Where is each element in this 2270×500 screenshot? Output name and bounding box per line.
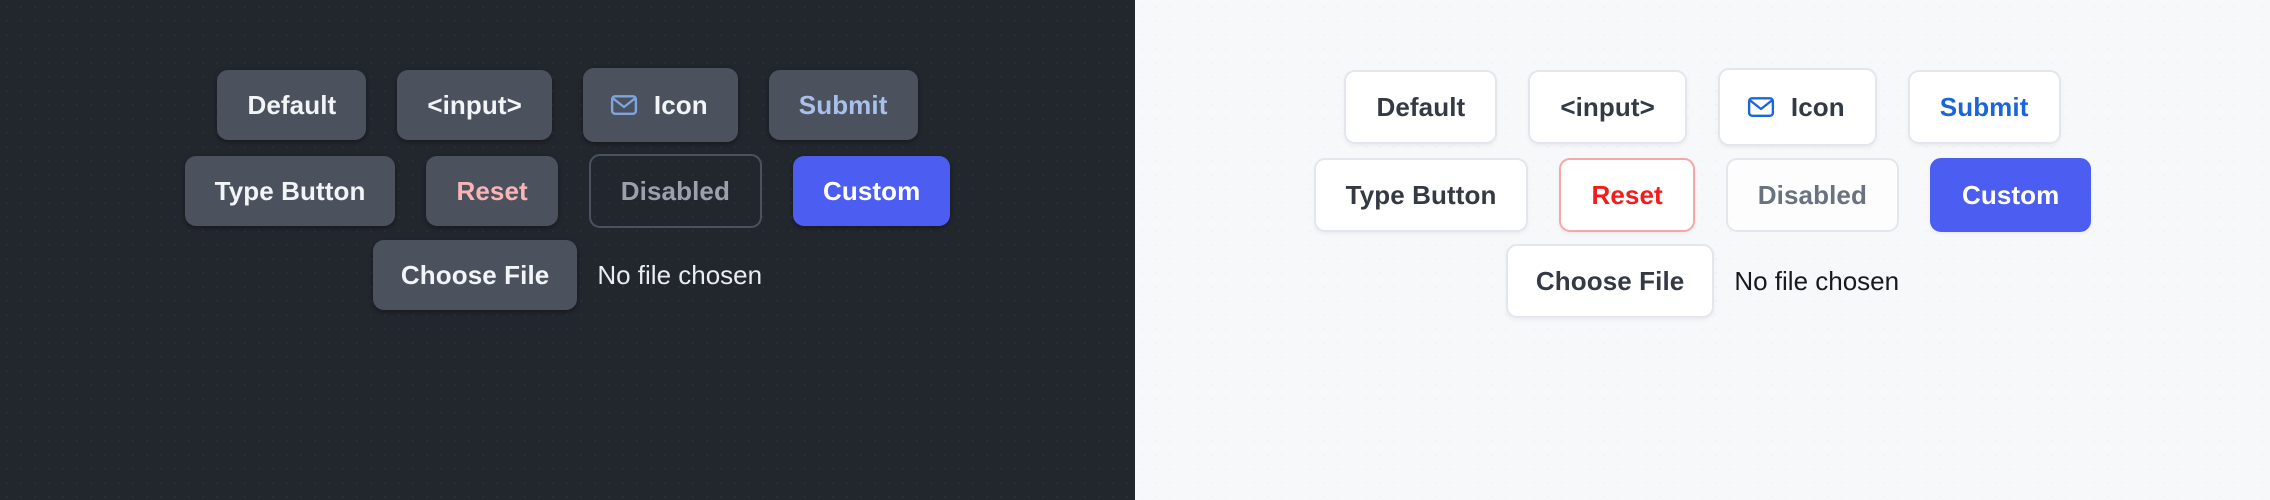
light-choose-file-button[interactable]: Choose File xyxy=(1505,244,1715,318)
light-button-row-secondary: Type Button Reset Disabled Custom xyxy=(1313,158,2092,232)
dark-button-row-primary: Default <input> Icon Submit xyxy=(217,68,918,142)
light-submit-button[interactable]: Submit xyxy=(1907,70,2061,144)
dark-choose-file-button[interactable]: Choose File xyxy=(372,240,578,310)
mail-icon xyxy=(1746,92,1776,122)
light-reset-button[interactable]: Reset xyxy=(1559,158,1695,232)
light-custom-button[interactable]: Custom xyxy=(1929,158,2092,232)
light-file-input-row: Choose File No file chosen xyxy=(1505,244,1900,318)
light-input-button[interactable]: <input> xyxy=(1528,70,1687,144)
dark-custom-button[interactable]: Custom xyxy=(792,156,951,226)
light-default-button[interactable]: Default xyxy=(1344,70,1498,144)
dark-disabled-button: Disabled xyxy=(588,154,762,228)
light-icon-button[interactable]: Icon xyxy=(1717,68,1877,146)
dark-theme-panel: Default <input> Icon Submit Type Button … xyxy=(0,0,1135,500)
dark-submit-button[interactable]: Submit xyxy=(768,70,918,140)
light-file-status-label: No file chosen xyxy=(1734,266,1900,296)
dark-input-button[interactable]: <input> xyxy=(397,70,552,140)
light-theme-panel: Default <input> Icon Submit Type Button … xyxy=(1135,0,2270,500)
dark-icon-button-label: Icon xyxy=(653,90,708,120)
dark-file-status-label: No file chosen xyxy=(597,260,763,290)
light-type-button[interactable]: Type Button xyxy=(1313,158,1529,232)
light-disabled-button: Disabled xyxy=(1725,158,1899,232)
dark-icon-button[interactable]: Icon xyxy=(582,68,738,142)
dark-default-button[interactable]: Default xyxy=(217,70,367,140)
dark-reset-button[interactable]: Reset xyxy=(426,156,558,226)
light-icon-button-label: Icon xyxy=(1790,92,1845,122)
dark-type-button[interactable]: Type Button xyxy=(184,156,396,226)
dark-button-row-secondary: Type Button Reset Disabled Custom xyxy=(184,154,951,228)
dark-file-input-row: Choose File No file chosen xyxy=(372,240,763,310)
light-button-row-primary: Default <input> Icon Submit xyxy=(1344,68,2061,146)
mail-icon xyxy=(609,90,639,120)
